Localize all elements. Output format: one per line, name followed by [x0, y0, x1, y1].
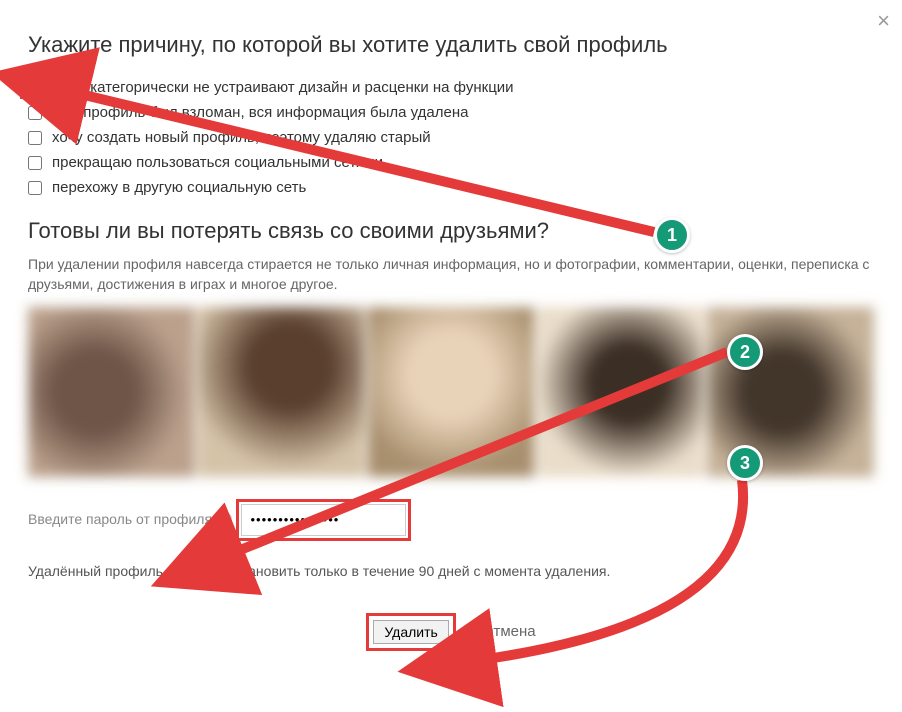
annotation-badge-3: 3 — [727, 445, 763, 481]
annotation-badge-2: 2 — [727, 334, 763, 370]
password-label-text: Введите пароль от профиля — [28, 511, 212, 527]
help-icon[interactable]: ? — [218, 512, 232, 526]
password-label: Введите пароль от профиля ? — [28, 511, 232, 527]
reason-checkbox[interactable] — [28, 131, 42, 145]
reason-item[interactable]: перехожу в другую социальную сеть — [28, 179, 874, 196]
highlight-box-checkbox — [23, 78, 41, 96]
reason-item[interactable]: мой профиль был взломан, вся информация … — [28, 104, 874, 121]
reason-checkbox[interactable] — [28, 156, 42, 170]
highlight-box-password — [236, 499, 411, 541]
restore-note: Удалённый профиль можно восстановить тол… — [28, 563, 874, 579]
delete-warning-text: При удалении профиля навсегда стирается … — [28, 254, 874, 295]
highlight-box-delete: Удалить — [366, 613, 455, 651]
avatar — [537, 307, 704, 477]
reason-checkbox[interactable] — [28, 181, 42, 195]
reason-item[interactable]: хочу создать новый профиль, поэтому удал… — [28, 129, 874, 146]
password-input[interactable] — [241, 504, 406, 536]
avatar — [28, 307, 195, 477]
actions-row: Удалить Отмена — [28, 613, 874, 651]
reason-label: хочу создать новый профиль, поэтому удал… — [52, 129, 431, 146]
reason-label: перехожу в другую социальную сеть — [52, 179, 306, 196]
annotation-badge-1: 1 — [654, 217, 690, 253]
reasons-list: меня категорически не устраивают дизайн … — [28, 78, 874, 196]
close-icon[interactable]: × — [877, 10, 890, 32]
avatar — [198, 307, 365, 477]
reason-checkbox[interactable] — [28, 106, 42, 120]
cancel-button[interactable]: Отмена — [482, 623, 536, 640]
page-title-friends: Готовы ли вы потерять связь со своими др… — [28, 218, 874, 244]
reason-label: прекращаю пользоваться социальными сетям… — [52, 154, 383, 171]
avatar — [368, 307, 535, 477]
reason-label: меня категорически не устраивают дизайн … — [51, 79, 514, 96]
page-title-reason: Укажите причину, по которой вы хотите уд… — [28, 32, 874, 58]
reason-checkbox[interactable] — [25, 80, 39, 94]
reason-item[interactable]: меня категорически не устраивают дизайн … — [28, 78, 874, 96]
delete-button[interactable]: Удалить — [373, 620, 448, 644]
reason-label: мой профиль был взломан, вся информация … — [52, 104, 468, 121]
reason-item[interactable]: прекращаю пользоваться социальными сетям… — [28, 154, 874, 171]
